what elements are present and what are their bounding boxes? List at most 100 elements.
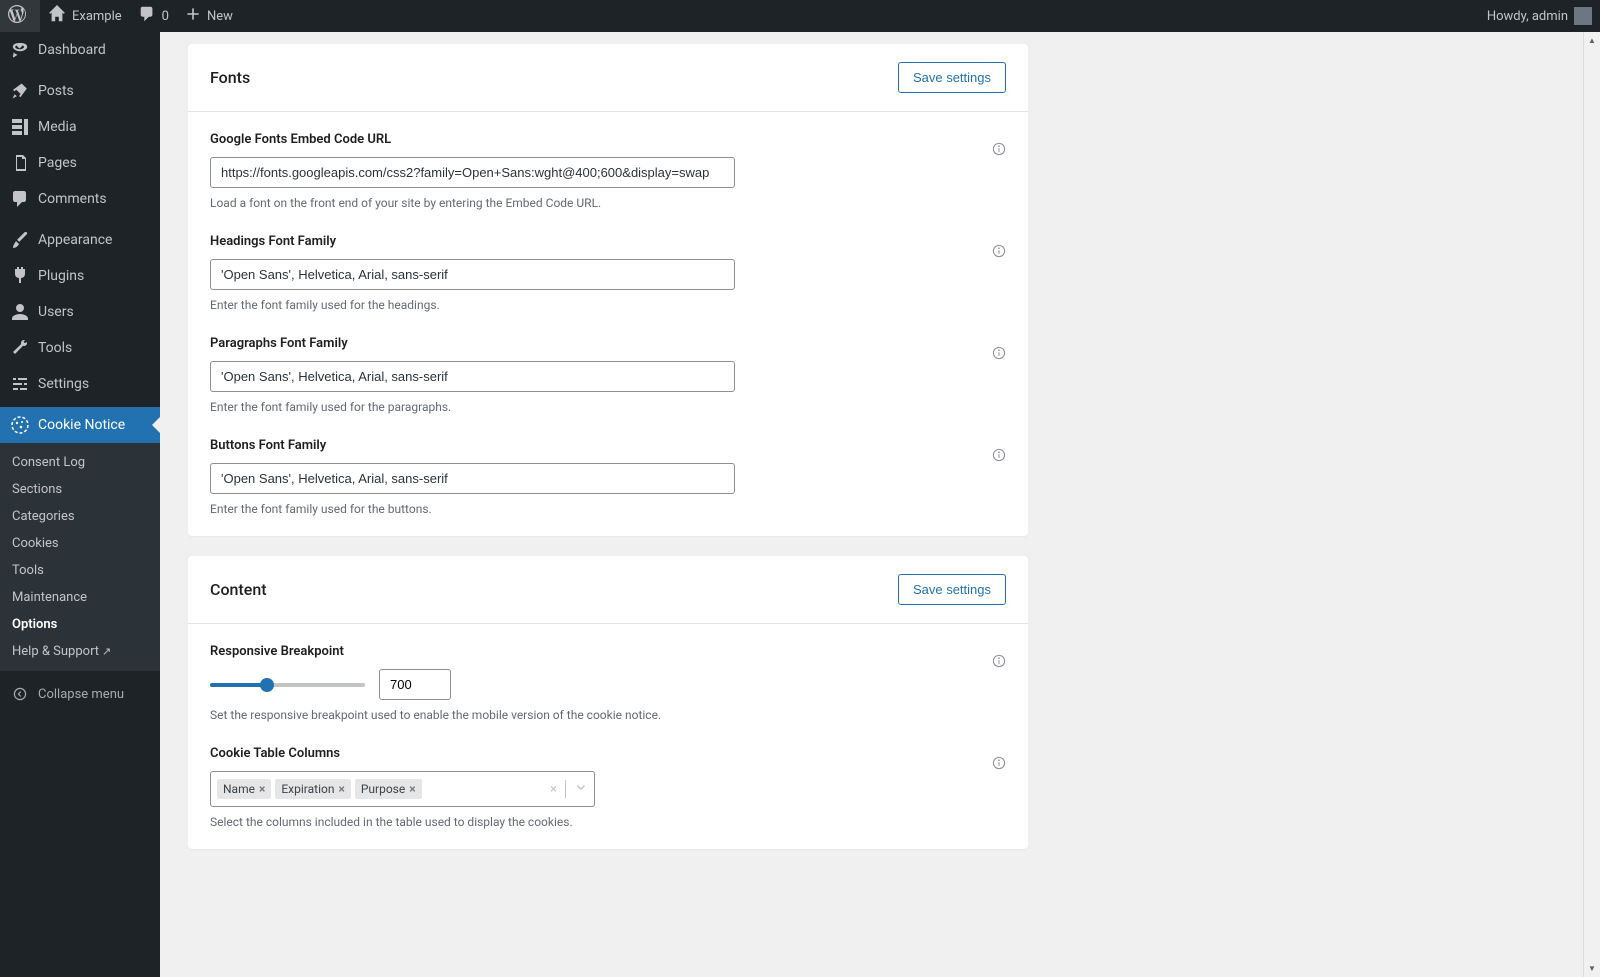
external-link-icon: ↗ xyxy=(102,645,111,658)
label-headings: Headings Font Family xyxy=(210,234,1006,249)
menu-label: Pages xyxy=(38,155,77,171)
new-label: New xyxy=(207,9,233,24)
sidebar-item-settings[interactable]: Settings xyxy=(0,366,160,402)
menu-label: Dashboard xyxy=(38,42,106,58)
info-icon[interactable] xyxy=(992,756,1006,770)
site-name-label: Example xyxy=(72,9,122,24)
menu-label: Tools xyxy=(38,340,72,356)
wp-logo[interactable] xyxy=(0,0,40,32)
site-link[interactable]: Example xyxy=(40,0,130,32)
collapse-icon xyxy=(10,684,30,704)
sidebar-item-appearance[interactable]: Appearance xyxy=(0,222,160,258)
input-paragraphs[interactable] xyxy=(210,361,735,392)
home-icon xyxy=(48,5,66,27)
menu-label: Appearance xyxy=(38,232,112,248)
field-buttons: Buttons Font Family Enter the font famil… xyxy=(210,438,1006,516)
cookie-icon xyxy=(10,415,30,435)
admin-sidebar: Dashboard Posts Media Pages Comments App… xyxy=(0,32,160,977)
howdy-label: Howdy, admin xyxy=(1487,9,1568,24)
wordpress-icon xyxy=(8,5,26,27)
remove-tag-icon[interactable]: × xyxy=(409,782,415,796)
input-buttons[interactable] xyxy=(210,463,735,494)
comments-count: 0 xyxy=(162,9,169,24)
slider-handle[interactable] xyxy=(260,678,274,692)
input-breakpoint[interactable] xyxy=(379,669,451,700)
menu-label: Media xyxy=(38,119,77,135)
info-icon[interactable] xyxy=(992,244,1006,258)
save-button-content[interactable]: Save settings xyxy=(898,574,1006,605)
field-breakpoint: Responsive Breakpoint Set the responsive… xyxy=(210,644,1006,722)
submenu-help[interactable]: Help & Support↗ xyxy=(0,638,160,665)
desc-columns: Select the columns included in the table… xyxy=(210,815,1006,829)
input-google-fonts[interactable] xyxy=(210,157,735,188)
submenu-tools[interactable]: Tools xyxy=(0,557,160,584)
desc-google-fonts: Load a font on the front end of your sit… xyxy=(210,196,1006,210)
panel-fonts: Fonts Save settings Google Fonts Embed C… xyxy=(188,44,1028,536)
avatar xyxy=(1574,7,1592,25)
breakpoint-slider[interactable] xyxy=(210,675,365,695)
desc-headings: Enter the font family used for the headi… xyxy=(210,298,1006,312)
new-link[interactable]: New xyxy=(177,0,241,32)
save-button-fonts[interactable]: Save settings xyxy=(898,62,1006,93)
collapse-menu[interactable]: Collapse menu xyxy=(0,676,160,712)
submenu-maintenance[interactable]: Maintenance xyxy=(0,584,160,611)
desc-paragraphs: Enter the font family used for the parag… xyxy=(210,400,1006,414)
plus-icon xyxy=(185,6,201,26)
submenu-sections[interactable]: Sections xyxy=(0,476,160,503)
separator xyxy=(565,780,566,798)
info-icon[interactable] xyxy=(992,142,1006,156)
panel-title-fonts: Fonts xyxy=(210,68,250,87)
info-icon[interactable] xyxy=(992,346,1006,360)
clear-all-icon[interactable]: × xyxy=(550,782,557,797)
sidebar-item-users[interactable]: Users xyxy=(0,294,160,330)
label-columns: Cookie Table Columns xyxy=(210,746,1006,761)
sidebar-item-media[interactable]: Media xyxy=(0,109,160,145)
menu-label: Comments xyxy=(38,191,107,207)
brush-icon xyxy=(10,230,30,250)
pin-icon xyxy=(10,81,30,101)
sidebar-item-tools[interactable]: Tools xyxy=(0,330,160,366)
account-link[interactable]: Howdy, admin xyxy=(1479,0,1600,32)
desc-buttons: Enter the font family used for the butto… xyxy=(210,502,1006,516)
label-paragraphs: Paragraphs Font Family xyxy=(210,336,1006,351)
media-icon xyxy=(10,117,30,137)
label-breakpoint: Responsive Breakpoint xyxy=(210,644,1006,659)
sidebar-item-dashboard[interactable]: Dashboard xyxy=(0,32,160,68)
menu-label: Users xyxy=(38,304,74,320)
submenu-categories[interactable]: Categories xyxy=(0,503,160,530)
info-icon[interactable] xyxy=(992,448,1006,462)
submenu-cookie-notice: Consent Log Sections Categories Cookies … xyxy=(0,443,160,671)
field-headings: Headings Font Family Enter the font fami… xyxy=(210,234,1006,312)
scrollbar-up-icon[interactable]: ▲ xyxy=(1584,32,1600,49)
submenu-consent-log[interactable]: Consent Log xyxy=(0,449,160,476)
sidebar-item-comments[interactable]: Comments xyxy=(0,181,160,217)
sidebar-item-plugins[interactable]: Plugins xyxy=(0,258,160,294)
sidebar-item-posts[interactable]: Posts xyxy=(0,73,160,109)
user-icon xyxy=(10,302,30,322)
collapse-label: Collapse menu xyxy=(38,687,124,702)
field-columns: Cookie Table Columns Name× Expiration× P… xyxy=(210,746,1006,829)
remove-tag-icon[interactable]: × xyxy=(338,782,344,796)
admin-bar: Example 0 New Howdy, admin xyxy=(0,0,1600,32)
info-icon[interactable] xyxy=(992,654,1006,668)
columns-multiselect[interactable]: Name× Expiration× Purpose× × xyxy=(210,771,595,807)
menu-label: Cookie Notice xyxy=(38,417,125,433)
sidebar-item-cookie-notice[interactable]: Cookie Notice xyxy=(0,407,160,443)
sidebar-item-pages[interactable]: Pages xyxy=(0,145,160,181)
field-paragraphs: Paragraphs Font Family Enter the font fa… xyxy=(210,336,1006,414)
page-icon xyxy=(10,153,30,173)
label-buttons: Buttons Font Family xyxy=(210,438,1006,453)
comment-icon xyxy=(10,189,30,209)
field-google-fonts: Google Fonts Embed Code URL Load a font … xyxy=(210,132,1006,210)
tag-name: Name× xyxy=(217,779,271,799)
scrollbar-down-icon[interactable]: ▼ xyxy=(1584,960,1600,977)
remove-tag-icon[interactable]: × xyxy=(259,782,265,796)
scrollbar[interactable]: ▲ ▼ xyxy=(1583,32,1600,977)
comments-link[interactable]: 0 xyxy=(130,0,177,32)
submenu-options[interactable]: Options xyxy=(0,611,160,638)
main-content: Fonts Save settings Google Fonts Embed C… xyxy=(160,0,1600,977)
tag-expiration: Expiration× xyxy=(275,779,350,799)
submenu-cookies[interactable]: Cookies xyxy=(0,530,160,557)
input-headings[interactable] xyxy=(210,259,735,290)
chevron-down-icon[interactable] xyxy=(574,780,588,798)
